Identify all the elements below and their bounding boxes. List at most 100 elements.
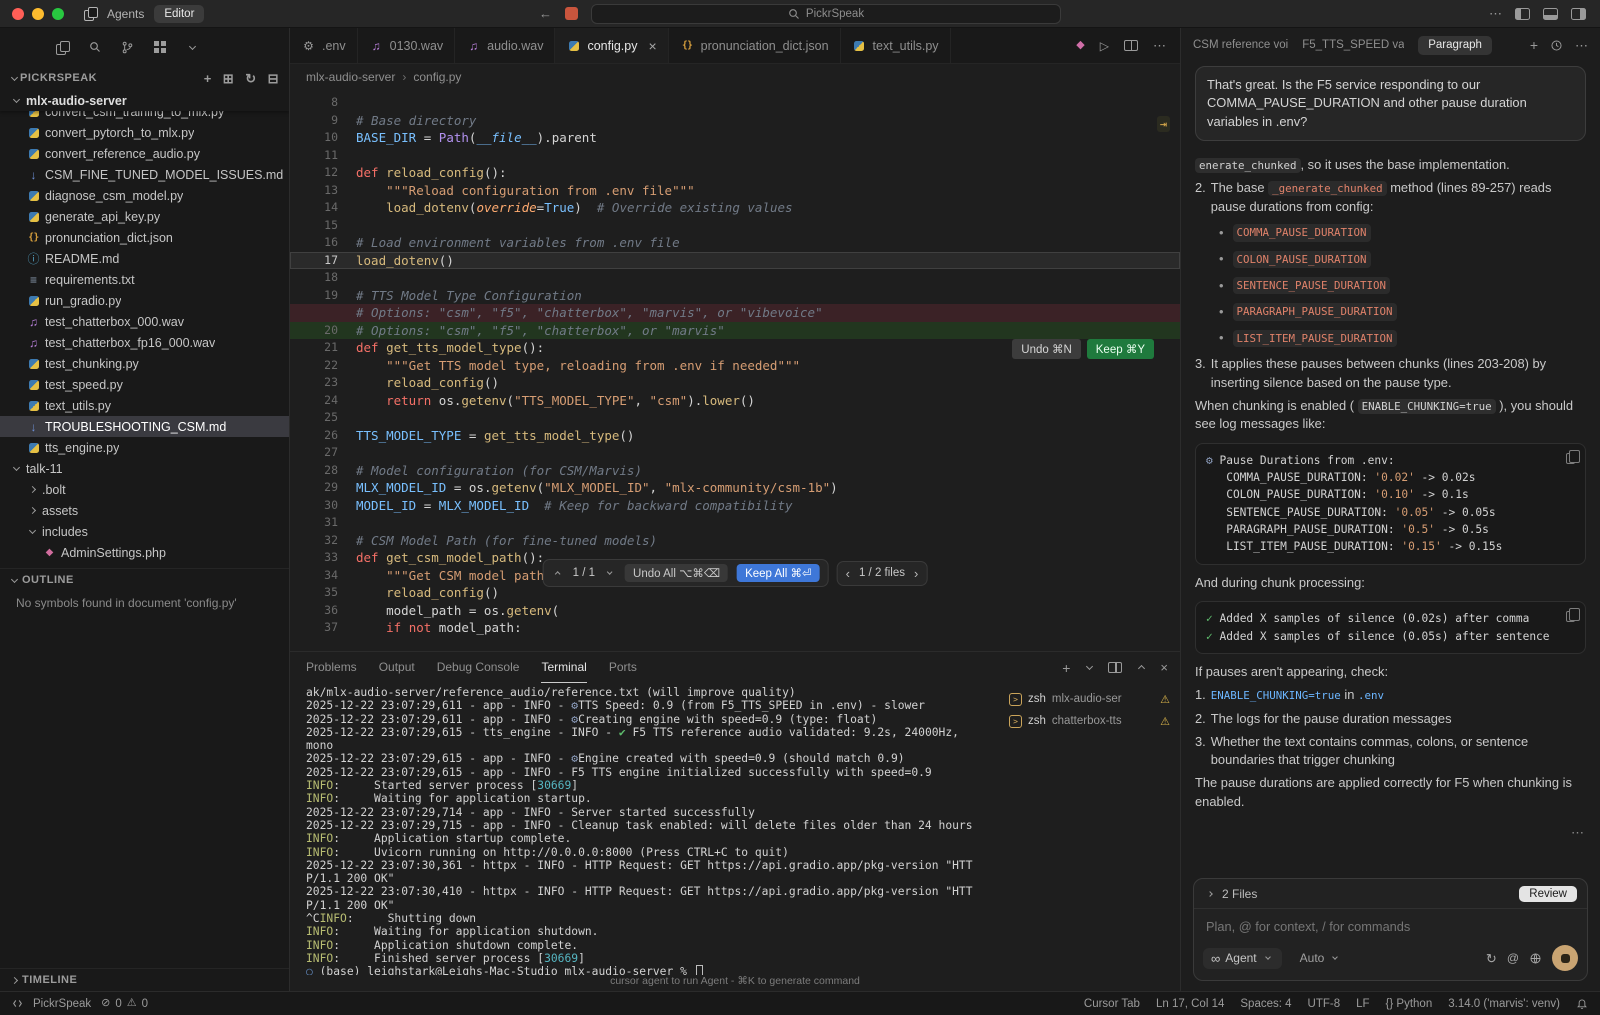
status-item[interactable]: LF <box>1356 998 1369 1010</box>
panel-tab-Debug Console[interactable]: Debug Console <box>437 652 520 683</box>
code-line[interactable]: 22 """Get TTS model type, reloading from… <box>290 357 1180 375</box>
code-line[interactable]: 30MODEL_ID = MLX_MODEL_ID # Keep for bac… <box>290 497 1180 515</box>
command-center-search[interactable]: PickrSpeak <box>591 4 1061 24</box>
chat-tab-CSM reference voi[interactable]: CSM reference voi <box>1193 39 1288 51</box>
at-icon[interactable]: @ <box>1507 952 1519 964</box>
tree-item[interactable]: generate_api_key.py <box>0 206 289 227</box>
refresh-icon[interactable]: ↻ <box>245 72 256 85</box>
layout-left-icon[interactable] <box>1515 8 1530 20</box>
globe-icon[interactable] <box>1529 952 1542 965</box>
close-icon[interactable]: × <box>648 39 656 53</box>
code-line[interactable]: 20# Options: "csm", "f5", "chatterbox", … <box>290 322 1180 340</box>
tab-pronunciation_dict.json[interactable]: {}pronunciation_dict.json <box>669 28 841 63</box>
tree-folder[interactable]: includes <box>0 521 289 542</box>
panel-tab-Output[interactable]: Output <box>379 652 415 683</box>
message-more-icon[interactable]: ⋯ <box>1197 824 1584 842</box>
code-line[interactable]: 14 load_dotenv(override=True) # Override… <box>290 199 1180 217</box>
terminal-session[interactable]: >zshmlx-audio-ser⚠ <box>1009 688 1170 710</box>
tree-item[interactable]: ◆AdminSettings.php <box>0 542 289 563</box>
remote-icon[interactable] <box>12 998 23 1009</box>
terminal-session[interactable]: >zshchatterbox-tts⚠ <box>1009 710 1170 732</box>
review-button[interactable]: Review <box>1519 886 1577 902</box>
code-line[interactable]: 10BASE_DIR = Path(__file__).parent <box>290 129 1180 147</box>
more-icon[interactable]: ⋯ <box>1575 39 1588 52</box>
tree-item[interactable]: text_utils.py <box>0 395 289 416</box>
close-window-button[interactable] <box>12 8 24 20</box>
new-file-icon[interactable]: + <box>204 72 212 85</box>
chevron-down-icon[interactable] <box>1083 666 1095 669</box>
bell-icon[interactable] <box>1576 997 1588 1010</box>
panel-tab-Terminal[interactable]: Terminal <box>541 652 586 683</box>
outline-header[interactable]: OUTLINE <box>0 569 289 591</box>
code-line[interactable]: # Options: "csm", "f5", "chatterbox", "m… <box>290 304 1180 322</box>
layout-bottom-icon[interactable] <box>1543 8 1558 20</box>
tab-.env[interactable]: ⚙.env <box>290 28 358 63</box>
tab-config.py[interactable]: config.py× <box>555 28 668 63</box>
keep-button[interactable]: Keep ⌘Y <box>1087 339 1154 359</box>
panel-tab-Ports[interactable]: Ports <box>609 652 637 683</box>
new-folder-icon[interactable]: ⊞ <box>223 72 234 85</box>
tree-item[interactable]: run_gradio.py <box>0 290 289 311</box>
next-diff-button[interactable] <box>604 572 616 574</box>
tree-item[interactable]: convert_reference_audio.py <box>0 143 289 164</box>
code-line[interactable]: 23 reload_config() <box>290 374 1180 392</box>
back-button[interactable]: ← <box>539 7 552 20</box>
problems-indicator[interactable]: ⊘ 0 ⚠ 0 <box>101 998 148 1010</box>
tree-folder[interactable]: mlx-audio-server <box>0 90 289 111</box>
tree-item[interactable]: ↓TROUBLESHOOTING_CSM.md <box>0 416 289 437</box>
copy-icon[interactable] <box>1566 453 1575 464</box>
tree-item[interactable]: ⓘREADME.md <box>0 248 289 269</box>
code-line[interactable]: 26TTS_MODEL_TYPE = get_tts_model_type() <box>290 427 1180 445</box>
tree-item[interactable]: test_speed.py <box>0 374 289 395</box>
files-row[interactable]: 2 Files Review <box>1194 879 1587 909</box>
panel-tab-Problems[interactable]: Problems <box>306 652 357 683</box>
plus-icon[interactable]: + <box>1530 38 1538 52</box>
tree-item[interactable]: tts_engine.py <box>0 437 289 458</box>
code-line[interactable]: 36 model_path = os.getenv( <box>290 602 1180 620</box>
tree-item[interactable]: ↓CSM_FINE_TUNED_MODEL_ISSUES.md <box>0 164 289 185</box>
undo-all-button[interactable]: Undo All ⌥⌘⌫ <box>625 564 728 582</box>
tree-folder[interactable]: talk-11 <box>0 458 289 479</box>
status-item[interactable]: UTF-8 <box>1308 998 1341 1010</box>
code-line[interactable]: 32# CSM Model Path (for fine-tuned model… <box>290 532 1180 550</box>
zoom-window-button[interactable] <box>52 8 64 20</box>
code-line[interactable]: 11 <box>290 147 1180 165</box>
code-line[interactable]: 18 <box>290 269 1180 287</box>
code-line[interactable]: 19# TTS Model Type Configuration <box>290 287 1180 305</box>
code-line[interactable]: 16# Load environment variables from .env… <box>290 234 1180 252</box>
code-line[interactable]: 37 if not model_path: <box>290 619 1180 637</box>
minimize-window-button[interactable] <box>32 8 44 20</box>
model-dropdown[interactable]: Auto <box>1292 948 1350 968</box>
agent-mode-dropdown[interactable]: ∞ Agent <box>1203 948 1282 969</box>
search-icon[interactable] <box>89 41 101 53</box>
history-icon[interactable]: ↻ <box>1486 952 1497 965</box>
status-item[interactable]: Spaces: 4 <box>1240 998 1291 1010</box>
play-icon[interactable]: ▷ <box>1100 40 1109 52</box>
layout-right-icon[interactable] <box>1571 8 1586 20</box>
chat-tab-F5_TTS_SPEED va[interactable]: F5_TTS_SPEED va <box>1302 39 1404 51</box>
tree-item[interactable]: ♫test_chatterbox_000.wav <box>0 311 289 332</box>
copy-icon[interactable] <box>1566 611 1575 622</box>
prev-file-button[interactable]: ‹ <box>846 566 850 581</box>
tree-folder[interactable]: assets <box>0 500 289 521</box>
chat-tab-Paragraph[interactable]: Paragraph <box>1418 36 1492 55</box>
tree-item[interactable]: diagnose_csm_model.py <box>0 185 289 206</box>
code-line[interactable]: 25 <box>290 409 1180 427</box>
code-line[interactable]: 29MLX_MODEL_ID = os.getenv("MLX_MODEL_ID… <box>290 479 1180 497</box>
tree-item[interactable]: convert_pytorch_to_mlx.py <box>0 122 289 143</box>
code-line[interactable]: 31 <box>290 514 1180 532</box>
workspace-name[interactable]: PickrSpeak <box>33 998 91 1010</box>
tree-root[interactable]: mlx-audio-server <box>0 90 289 111</box>
clock-icon[interactable] <box>1550 39 1563 52</box>
tree-item[interactable]: {}pronunciation_dict.json <box>0 227 289 248</box>
status-item[interactable]: {} Python <box>1386 998 1433 1010</box>
code-line[interactable]: 17load_dotenv() <box>290 252 1180 270</box>
status-item[interactable]: Cursor Tab <box>1084 998 1140 1010</box>
timeline-header[interactable]: TIMELINE <box>0 969 289 991</box>
next-file-button[interactable]: › <box>914 566 918 581</box>
split-icon[interactable] <box>1124 40 1138 51</box>
breadcrumb-file[interactable]: config.py <box>413 70 461 84</box>
code-line[interactable]: 13 """Reload configuration from .env fil… <box>290 182 1180 200</box>
editor-mode-tab[interactable]: Editor <box>154 5 204 23</box>
breadcrumb[interactable]: mlx-audio-server › config.py <box>290 64 1180 90</box>
